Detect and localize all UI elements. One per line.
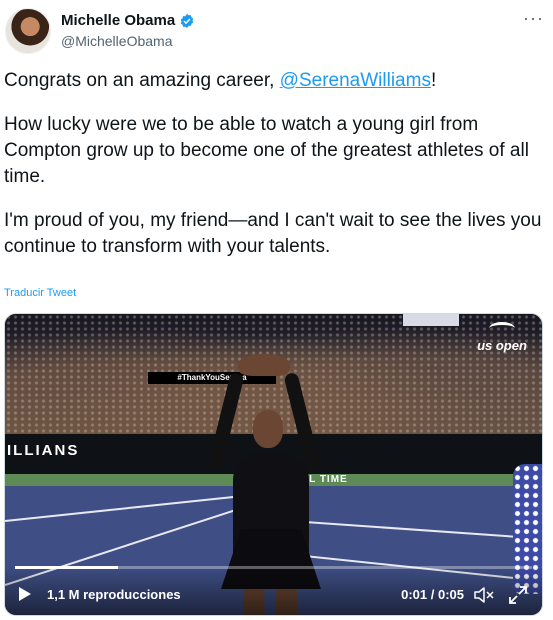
avatar[interactable]	[5, 8, 51, 54]
verified-badge-icon	[181, 13, 194, 28]
tweet-text-suffix: !	[430, 70, 437, 91]
tweet-paragraph-3: I'm proud of you, my friend—and I can't …	[4, 210, 542, 257]
translate-tweet-link[interactable]: Traducir Tweet	[4, 287, 76, 299]
view-count: 1,1 M reproducciones	[47, 587, 181, 602]
mention-link[interactable]: @SerenaWilliams	[280, 70, 431, 91]
author-name-row: Michelle Obama	[61, 12, 195, 29]
author-handle[interactable]: @MichelleObama	[61, 33, 172, 49]
video-progress-fill	[15, 566, 119, 569]
scoreboard-light	[403, 314, 459, 326]
video-time: 0:01 / 0:05	[401, 587, 464, 602]
arena-banner-text: ILLIANS	[7, 442, 80, 459]
tweet-paragraph-2: How lucky were we to be able to watch a …	[4, 114, 529, 187]
tweet-text: Congrats on an amazing career, @SerenaWi…	[4, 68, 544, 278]
author-display-name[interactable]: Michelle Obama	[61, 12, 175, 29]
us-open-logo: us open	[472, 322, 532, 355]
tweet-paragraph-1: Congrats on an amazing career, @SerenaWi…	[4, 68, 544, 94]
player-head	[253, 410, 283, 448]
us-open-logo-text: us open	[477, 338, 527, 353]
mute-icon[interactable]	[474, 586, 494, 604]
play-icon[interactable]	[18, 586, 32, 602]
tweet-text-prefix: Congrats on an amazing career,	[4, 70, 280, 91]
tennis-ball-icon	[489, 322, 515, 335]
player-heart-hands	[238, 354, 290, 376]
fullscreen-icon[interactable]	[508, 585, 528, 605]
tweet-header: Michelle Obama @MichelleObama ···	[5, 8, 548, 54]
video-player[interactable]: #ThankYouSerena ILLIANS LL TIME us open …	[4, 313, 543, 616]
more-options-icon[interactable]: ···	[523, 9, 544, 27]
video-progress-bar[interactable]	[15, 566, 532, 569]
